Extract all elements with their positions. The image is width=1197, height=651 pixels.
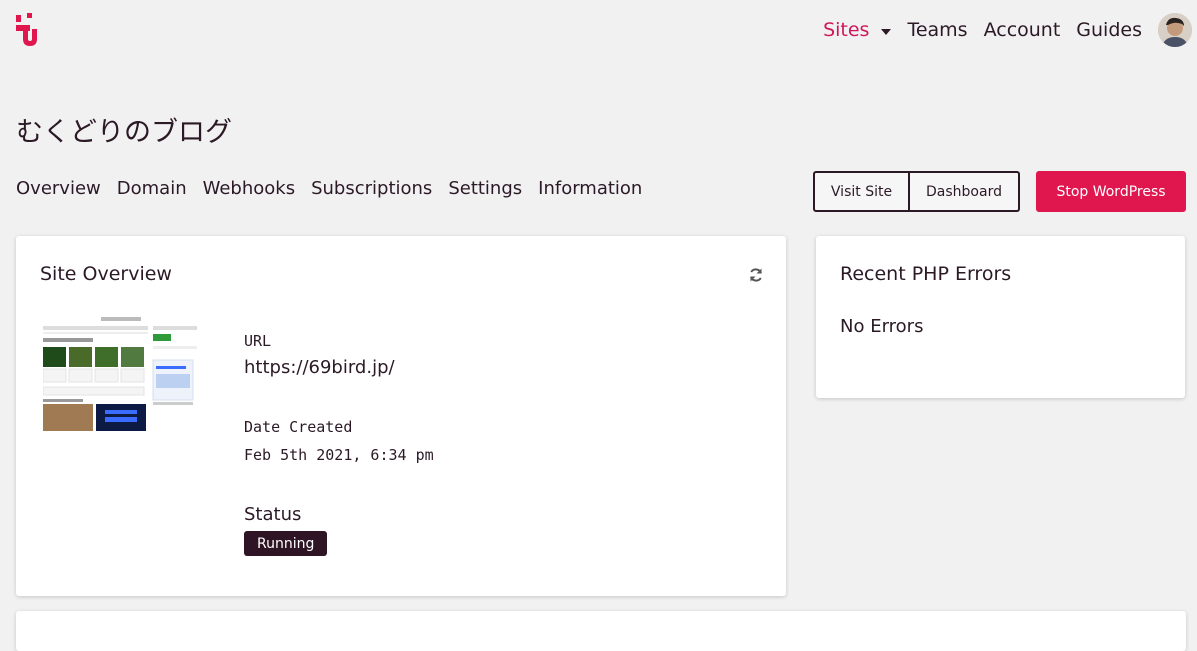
refresh-icon[interactable] [748,267,764,283]
page-title: むくどりのブログ [16,117,232,148]
nav-teams[interactable]: Teams [907,19,967,41]
nav-account[interactable]: Account [984,19,1061,41]
brand-logo-icon[interactable] [14,13,44,49]
php-errors-message: No Errors [840,316,924,337]
next-card [16,611,1186,651]
tab-webhooks[interactable]: Webhooks [203,178,295,199]
chevron-down-icon[interactable] [881,29,892,35]
date-created-label: Date Created [244,418,353,436]
status-badge: Running [244,531,328,556]
site-overview-title: Site Overview [40,263,172,285]
site-action-group: Visit Site Dashboard [813,171,1020,212]
nav-sites[interactable]: Sites [823,19,869,41]
tab-information[interactable]: Information [538,178,642,199]
tab-subscriptions[interactable]: Subscriptions [311,178,432,199]
nav-guides[interactable]: Guides [1076,19,1142,41]
url-label: URL [244,332,272,350]
site-overview-card: Site Overview URL https://69bird.jp/ Dat… [16,236,786,596]
dashboard-button[interactable]: Dashboard [910,171,1020,212]
date-created-value: Feb 5th 2021, 6:34 pm [244,446,434,464]
site-preview-image [43,314,197,431]
visit-site-button[interactable]: Visit Site [813,171,910,212]
site-tabs: Overview Domain Webhooks Subscriptions S… [16,178,658,199]
stop-wordpress-button[interactable]: Stop WordPress [1036,171,1186,212]
status-label: Status [244,504,302,525]
site-screenshot-thumbnail [43,314,197,431]
url-value[interactable]: https://69bird.jp/ [244,357,395,378]
main-nav: Sites Teams Account Guides [823,12,1192,48]
tab-overview[interactable]: Overview [16,178,101,199]
top-bar: Sites Teams Account Guides [0,0,1197,62]
avatar[interactable] [1158,13,1192,47]
php-errors-title: Recent PHP Errors [840,263,1012,285]
tab-settings[interactable]: Settings [448,178,522,199]
user-avatar-icon [1158,13,1192,47]
tab-domain[interactable]: Domain [117,178,187,199]
php-errors-card: Recent PHP Errors No Errors [816,236,1185,398]
